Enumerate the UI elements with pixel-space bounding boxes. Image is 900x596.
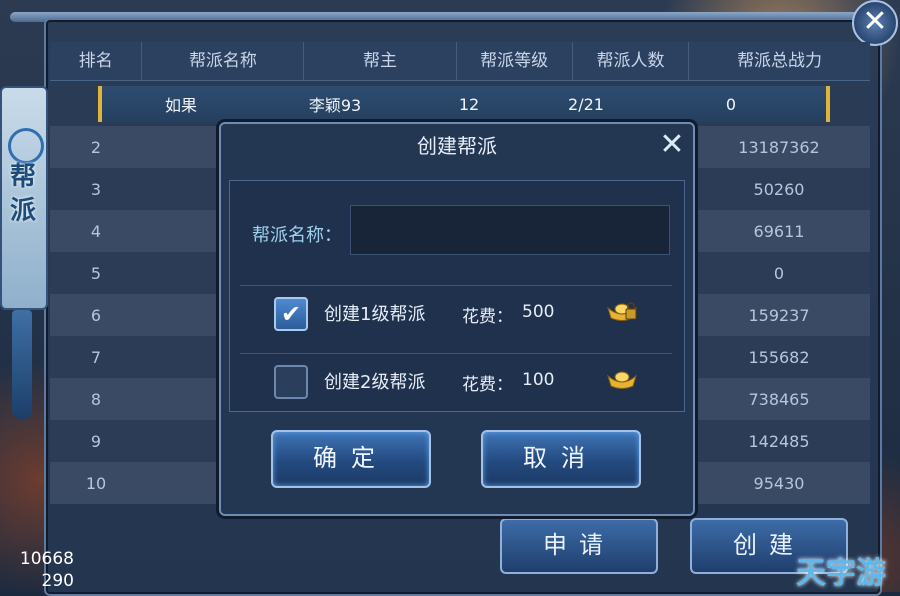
tab-guild[interactable]: 帮派 (0, 86, 48, 310)
row-power: 13187362 (738, 137, 820, 157)
header-total-power[interactable]: 帮派总战力 (689, 42, 870, 80)
own-guild-row[interactable]: 如果 李颖93 12 2/21 0 (98, 86, 830, 122)
row-power: 0 (773, 263, 785, 283)
option-level-2-label: 创建2级帮派 (324, 372, 426, 393)
row-power: 155682 (748, 347, 810, 367)
row-rank: 2 (90, 137, 102, 157)
debug-counter: 10668 290 (14, 548, 74, 592)
row-power: 69611 (753, 221, 805, 241)
knot-ornament (8, 128, 44, 164)
row-rank: 8 (90, 389, 102, 409)
counter-line-1: 10668 (19, 549, 74, 569)
row-power: 50260 (753, 179, 805, 199)
row-power: 142485 (748, 431, 810, 451)
guild-name-input[interactable] (350, 205, 670, 255)
cost-value: 100 (522, 370, 555, 390)
own-guild-name: 如果 (164, 96, 197, 115)
row-power: 159237 (748, 305, 810, 325)
header-leader[interactable]: 帮主 (304, 42, 457, 80)
row-rank: 9 (90, 431, 102, 451)
guild-name-label: 帮派名称： (252, 225, 342, 246)
confirm-button[interactable]: 确定 (271, 430, 431, 488)
row-rank: 5 (90, 263, 102, 283)
cancel-button[interactable]: 取消 (481, 430, 641, 488)
checkbox-level-2[interactable] (274, 365, 308, 399)
dialog-title: 创建帮派 (417, 134, 497, 158)
row-rank: 10 (85, 473, 107, 493)
locked-gold-ingot-icon (607, 302, 637, 321)
checkbox-level-1[interactable]: ✔ (274, 297, 308, 331)
counter-line-2: 290 (41, 571, 74, 591)
close-icon[interactable]: ✕ (657, 130, 687, 160)
header-guild-name[interactable]: 帮派名称 (142, 42, 305, 80)
row-rank: 7 (90, 347, 102, 367)
option-level-2[interactable]: 创建2级帮派 花费： 100 (240, 353, 672, 412)
site-watermark: 天宇游 (796, 556, 886, 591)
guild-table-header: 排名 帮派名称 帮主 帮派等级 帮派人数 帮派总战力 (50, 42, 870, 81)
apply-button[interactable]: 申请 (500, 518, 658, 574)
gold-ingot-icon (607, 371, 637, 389)
tab-guild-label: 帮派 (9, 162, 36, 226)
own-guild-level: 12 (458, 94, 480, 114)
cost-value: 500 (522, 302, 555, 322)
row-rank: 3 (90, 179, 102, 199)
header-members[interactable]: 帮派人数 (573, 42, 690, 80)
option-level-1[interactable]: ✔ 创建1级帮派 花费： 500 (240, 285, 672, 344)
cost-label: 花费： (462, 375, 513, 395)
row-rank: 4 (90, 221, 102, 241)
header-level[interactable]: 帮派等级 (457, 42, 573, 80)
row-power: 738465 (748, 389, 810, 409)
row-power: 95430 (753, 473, 805, 493)
create-guild-dialog: 创建帮派 ✕ 帮派名称： ✔ 创建1级帮派 花费： 500 创建2级帮派 花费：… (219, 122, 695, 516)
dialog-panel: 帮派名称： ✔ 创建1级帮派 花费： 500 创建2级帮派 花费： 100 (229, 180, 685, 412)
option-level-1-label: 创建1级帮派 (324, 304, 426, 325)
row-rank: 6 (90, 305, 102, 325)
header-rank[interactable]: 排名 (50, 42, 143, 80)
cost-label: 花费： (462, 307, 513, 327)
own-guild-power: 0 (725, 94, 737, 114)
tassel-ornament (12, 310, 32, 420)
own-guild-members: 2/21 (568, 94, 604, 114)
close-window-button[interactable]: ✕ (852, 0, 898, 46)
own-guild-leader: 李颖93 (308, 96, 362, 115)
